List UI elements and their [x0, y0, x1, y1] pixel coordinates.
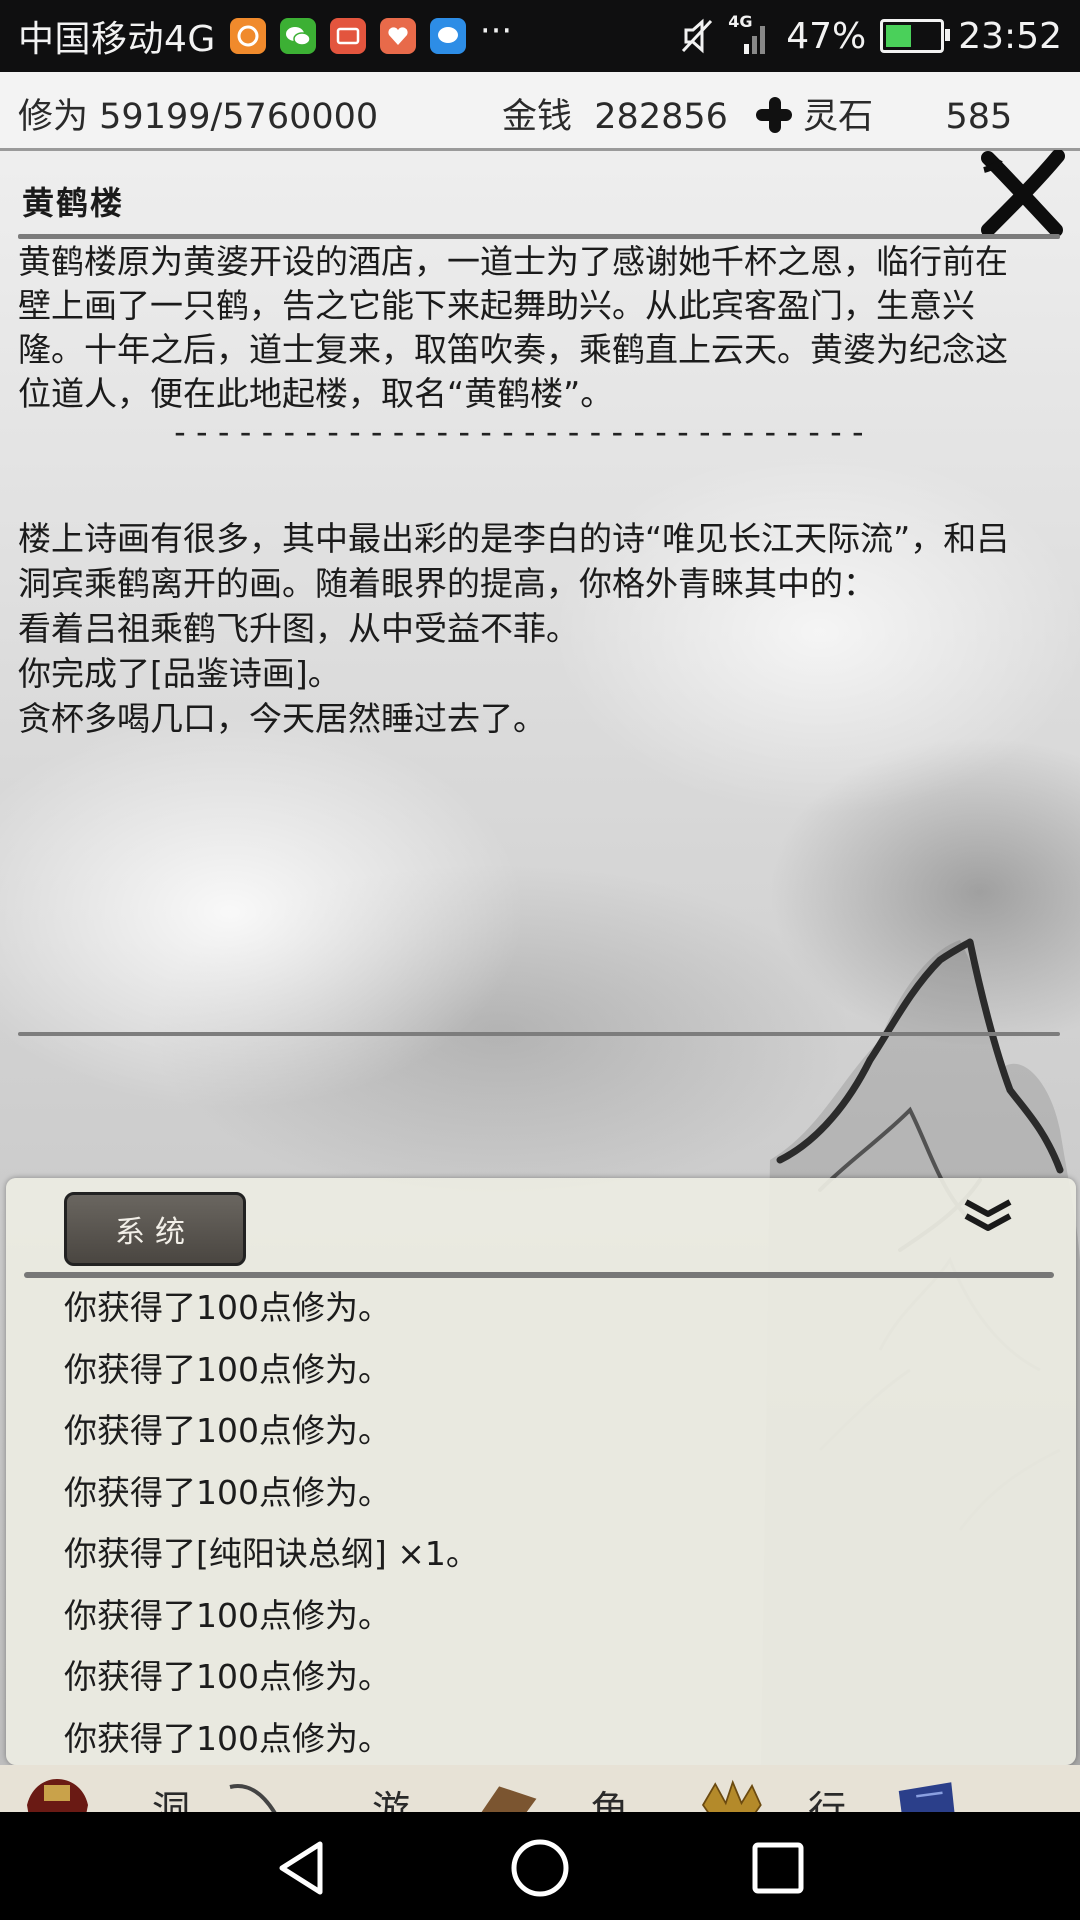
log-message: 你获得了100点修为。 — [64, 1472, 391, 1512]
content-divider — [18, 1032, 1060, 1036]
log-message: 你获得了100点修为。 — [64, 1595, 391, 1635]
nav-item-travel[interactable]: 游 — [372, 1779, 410, 1812]
location-description: 黄鹤楼原为黄婆开设的酒店，一道士为了感谢她千杯之恩，临行前在壁上画了一只鹤，告之… — [18, 242, 1008, 413]
result-text: 楼上诗画有很多，其中最出彩的是李白的诗“唯见长江天际流”，和吕洞宾乘鹤离开的画。… — [18, 519, 1010, 603]
message-app-icon — [429, 18, 466, 54]
log-list: 你获得了100点修为。 你获得了100点修为。 你获得了100点修为。 你获得了… — [64, 1282, 1004, 1774]
section-separator: -------------------------------- — [170, 412, 870, 451]
log-message: 你获得了100点修为。 — [64, 1657, 391, 1696]
event-result: 楼上诗画有很多，其中最出彩的是李白的诗“唯见长江天际流”，和吕洞宾乘鹤离开的画。… — [18, 516, 1038, 741]
wechat-icon — [279, 18, 316, 54]
close-icon[interactable] — [978, 150, 1066, 238]
battery-icon — [880, 19, 951, 53]
home-icon[interactable] — [508, 1836, 572, 1900]
result-text: 看着吕祖乘鹤飞升图，从中受益不菲。 — [18, 609, 579, 648]
spirit-stone-value: 585 — [945, 97, 1013, 137]
game-bottom-nav: 洞 游 角 行 — [0, 1765, 1080, 1812]
book-nav-icon[interactable] — [890, 1775, 960, 1812]
uc-browser-icon — [229, 18, 266, 54]
back-icon[interactable] — [270, 1836, 334, 1900]
panel-divider — [24, 1272, 1054, 1278]
system-navigation-bar — [0, 1812, 1080, 1920]
brush-stroke-icon — [229, 1784, 277, 1812]
carrier-label: 中国移动4G — [18, 19, 216, 60]
log-message: 你获得了100点修为。 — [64, 1349, 391, 1389]
cave-nav-icon[interactable] — [22, 1775, 92, 1812]
log-message: 你获得了[纯阳诀总纲] ×1。 — [64, 1534, 479, 1573]
log-message: 你获得了100点修为。 — [64, 1411, 391, 1450]
resource-bar: 修为 59199/5760000 金钱 282856 灵石 585 — [0, 72, 1080, 151]
nav-item-character[interactable]: 角 — [590, 1779, 628, 1812]
result-text: 贪杯多喝几口，今天居然睡过去了。 — [18, 699, 546, 738]
money-stat: 金钱 282856 — [502, 97, 728, 137]
result-text: 你完成了[品鉴诗画]。 — [18, 654, 341, 693]
status-bar: 中国移动4G ··· 4G 47% 23:52 — [0, 0, 1080, 72]
cultivation-value: 59199/5760000 — [99, 97, 379, 137]
signal-icon: 4G — [728, 12, 772, 58]
battery-percent: 47% — [786, 15, 867, 57]
money-value: 282856 — [594, 97, 728, 137]
title-divider — [18, 234, 1060, 239]
recents-icon[interactable] — [746, 1836, 810, 1900]
more-notifications-icon: ··· — [479, 11, 513, 51]
cultivation-stat: 修为 59199/5760000 — [18, 97, 379, 137]
health-app-icon — [379, 18, 416, 54]
location-title: 黄鹤楼 — [22, 184, 125, 222]
log-message: 你获得了100点修为。 — [64, 1288, 391, 1327]
spirit-stone-icon — [756, 97, 792, 133]
mute-icon — [682, 18, 713, 54]
nav-item-cave[interactable]: 洞 — [152, 1779, 190, 1812]
clock: 23:52 — [958, 15, 1062, 57]
scroll-nav-icon[interactable] — [468, 1775, 538, 1812]
mail-app-icon — [329, 18, 366, 54]
collapse-chevron-icon[interactable] — [960, 1196, 1016, 1236]
spirit-stone-stat: 灵石 585 — [756, 88, 1012, 139]
lotus-nav-icon[interactable] — [696, 1775, 766, 1812]
nav-item-action[interactable]: 行 — [808, 1779, 846, 1812]
tab-system[interactable]: 系统 — [64, 1192, 246, 1266]
